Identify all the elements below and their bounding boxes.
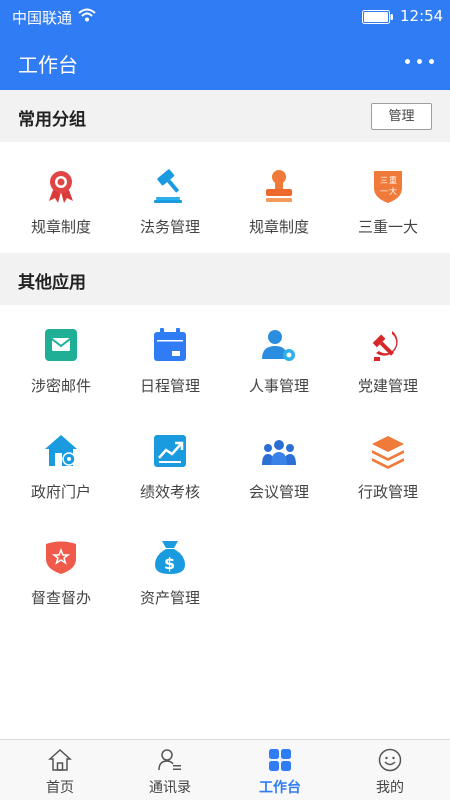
carrier-name: 中国联通 [12,9,73,27]
app-label: 法务管理 [139,218,200,236]
other-apps-grid: 涉密邮件 日程管理 人事管理 党建管理 政府门户 绩效考核 会议管理 行政管理 … [0,305,450,625]
hammer-sickle-icon [372,331,398,361]
mail-icon [45,329,77,361]
app-label: 资产管理 [139,589,200,607]
app-tile-hr[interactable]: 人事管理 [223,327,335,427]
tab-home[interactable]: 首页 [4,740,116,800]
smiley-icon [378,748,402,772]
app-label: 政府门户 [30,483,91,501]
app-label: 会议管理 [248,483,309,501]
section-title: 其他应用 [18,273,86,293]
tab-label: 我的 [376,780,404,796]
tab-label: 首页 [46,780,74,796]
app-tile-secure-mail[interactable]: 涉密邮件 [5,327,117,427]
calendar-icon [154,328,186,361]
app-tile-assets[interactable]: $ 资产管理 [114,539,226,639]
user-gear-icon [262,330,295,361]
app-tile-performance[interactable]: 绩效考核 [114,433,226,533]
app-label: 绩效考核 [139,483,200,501]
page-title: 工作台 [18,53,78,77]
home-icon [48,748,72,771]
svg-text:重: 重 [389,175,397,185]
app-tile-meeting[interactable]: 会议管理 [223,433,335,533]
manage-button[interactable]: 管理 [371,103,432,130]
tab-me[interactable]: 我的 [334,740,446,800]
app-tile-admin[interactable]: 行政管理 [332,433,444,533]
svg-text:$: $ [164,554,175,573]
dot-icon [405,59,410,64]
ribbon-award-icon [49,171,73,203]
clock: 12:54 [400,7,444,25]
dot-icon [429,59,434,64]
dot-icon [417,59,422,64]
stamp-icon [266,170,292,202]
group-icon [262,440,296,465]
money-bag-icon: $ [155,541,185,574]
app-tile-party[interactable]: 党建管理 [332,327,444,427]
tab-contacts[interactable]: 通讯录 [114,740,226,800]
app-label: 党建管理 [357,377,418,395]
app-label: 行政管理 [357,483,418,501]
common-group-grid: 规章制度 法务管理 规章制度 三 重 一 大 三重一大 [0,142,450,253]
svg-text:一: 一 [380,187,388,196]
layers-icon [372,436,404,469]
wifi-icon [78,8,96,22]
svg-text:三: 三 [380,176,388,185]
section-header-common: 常用分组 管理 [0,90,450,142]
app-tile-supervision[interactable]: 督查督办 [5,539,117,639]
app-label: 规章制度 [248,218,309,236]
grid-icon [269,749,291,771]
app-bar: 工作台 [0,34,450,90]
battery-icon [362,10,393,24]
app-label: 规章制度 [30,218,91,236]
app-tile-schedule[interactable]: 日程管理 [114,327,226,427]
tab-workbench[interactable]: 工作台 [224,740,336,800]
app-label: 人事管理 [248,377,309,395]
more-button[interactable] [404,50,436,72]
app-label: 涉密邮件 [30,377,91,395]
house-gear-icon [45,435,77,466]
app-label: 日程管理 [139,377,200,395]
contacts-icon [158,749,181,771]
status-bar: 中国联通 12:54 [0,0,450,34]
app-label: 三重一大 [357,218,418,236]
section-title: 常用分组 [18,110,86,130]
app-tile-gov-portal[interactable]: 政府门户 [5,433,117,533]
shield-badge-icon: 三 重 一 大 [374,171,402,203]
star-shield-icon [46,541,76,574]
gavel-icon [154,169,182,203]
tab-label: 通讯录 [149,780,191,796]
svg-text:大: 大 [389,186,397,196]
trend-chart-icon [154,435,186,467]
tab-bar: 首页 通讯录 工作台 我的 [0,739,450,800]
app-label: 督查督办 [30,589,91,607]
section-header-other: 其他应用 [0,253,450,305]
tab-label: 工作台 [259,780,301,796]
